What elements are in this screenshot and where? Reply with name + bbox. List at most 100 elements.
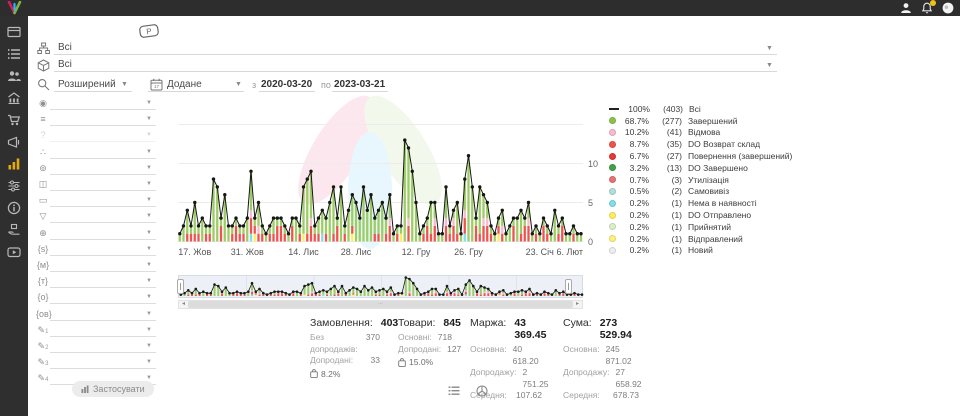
side-filter-row-10[interactable]: {s}▼ bbox=[28, 242, 160, 258]
scroll-left-arrow[interactable]: ◂ bbox=[179, 301, 188, 308]
chevron-down-icon[interactable]: ▼ bbox=[146, 230, 152, 236]
date-field-select[interactable]: Додане bbox=[167, 79, 202, 90]
filter-input-underline bbox=[50, 271, 156, 272]
filter-glyph-icon: ∴ bbox=[36, 147, 50, 158]
stat-sub-value: 2 751.25 bbox=[523, 367, 549, 390]
side-filter-row-16[interactable]: ✎2▼ bbox=[28, 339, 160, 355]
stat-sub-value: 678.73 bbox=[613, 390, 639, 402]
side-filter-row-1[interactable]: ◉▼ bbox=[28, 96, 160, 112]
legend-item[interactable]: 0.5%(2)Самовивіз bbox=[609, 186, 792, 198]
list-view-icon[interactable] bbox=[448, 385, 460, 397]
chevron-down-icon[interactable]: ▼ bbox=[121, 81, 128, 88]
apply-button-label: Застосувати bbox=[93, 384, 145, 394]
side-filter-row-17[interactable]: ✎3▼ bbox=[28, 355, 160, 371]
analytics-icon bbox=[7, 157, 21, 171]
calendar-icon[interactable]: 17 bbox=[150, 78, 163, 91]
sidebar-item-settings[interactable] bbox=[6, 179, 22, 193]
chevron-down-icon[interactable]: ▼ bbox=[146, 262, 152, 268]
filter-source-value[interactable]: Всі bbox=[58, 42, 72, 53]
avatar[interactable] bbox=[942, 2, 954, 14]
sidebar-item-store[interactable] bbox=[6, 91, 22, 105]
legend-item[interactable]: 8.7%(35)DO Возврат склад bbox=[609, 138, 792, 150]
apply-button[interactable]: Застосувати bbox=[72, 381, 154, 397]
date-from-input[interactable]: 2020-03-20 bbox=[261, 79, 312, 90]
chevron-down-icon[interactable]: ▼ bbox=[146, 116, 152, 122]
sidebar-item-video[interactable] bbox=[6, 245, 22, 259]
legend-item[interactable]: 68.7%(277)Завершений bbox=[609, 115, 792, 127]
legend-percent: 0.2% bbox=[621, 222, 649, 232]
chevron-down-icon[interactable]: ▼ bbox=[235, 81, 242, 88]
sidebar-item-promo[interactable] bbox=[6, 135, 22, 149]
chart-scrollbar[interactable]: ◂ ⋯ ▸ bbox=[178, 300, 583, 309]
user-icon[interactable] bbox=[900, 2, 912, 14]
legend-item[interactable]: 3.2%(13)DO Завершено bbox=[609, 162, 792, 174]
app-logo-icon[interactable] bbox=[7, 1, 22, 15]
package-view-icon[interactable] bbox=[476, 385, 488, 397]
side-filter-row-12[interactable]: {т}▼ bbox=[28, 274, 160, 290]
chevron-down-icon[interactable]: ▼ bbox=[146, 294, 152, 300]
date-to-input[interactable]: 2023-03-21 bbox=[334, 79, 385, 90]
legend-item[interactable]: 0.2%(1)Прийнятий bbox=[609, 221, 792, 233]
navigator-left-handle[interactable] bbox=[177, 279, 184, 294]
side-filter-row-9[interactable]: ⊕▼ bbox=[28, 226, 160, 242]
chevron-down-icon[interactable]: ▼ bbox=[146, 311, 152, 317]
filter-input-underline bbox=[50, 303, 156, 304]
search-mode-select[interactable]: Розширений bbox=[58, 79, 116, 90]
legend-dot-marker bbox=[609, 235, 616, 242]
chevron-down-icon[interactable]: ▼ bbox=[146, 100, 152, 106]
sidebar-item-orders[interactable] bbox=[6, 47, 22, 61]
chevron-down-icon[interactable]: ▼ bbox=[146, 278, 152, 284]
chevron-down-icon[interactable]: ▼ bbox=[766, 45, 773, 52]
legend-item[interactable]: 0.2%(1)Новий bbox=[609, 245, 792, 257]
side-filter-row-15[interactable]: ✎1▼ bbox=[28, 323, 160, 339]
side-filter-row-8[interactable]: ▽▼ bbox=[28, 209, 160, 225]
stat-sub-row: Допродажу:27 658.92 bbox=[563, 367, 639, 390]
legend-item[interactable]: 10.2%(41)Відмова bbox=[609, 127, 792, 139]
legend-item[interactable]: 100%(403)Всі bbox=[609, 103, 792, 115]
side-filter-row-7[interactable]: ▭▼ bbox=[28, 193, 160, 209]
sidebar-item-cart[interactable] bbox=[6, 113, 22, 127]
chevron-down-icon[interactable]: ▼ bbox=[146, 246, 152, 252]
chevron-down-icon[interactable]: ▼ bbox=[146, 181, 152, 187]
scroll-right-arrow[interactable]: ▸ bbox=[573, 301, 582, 308]
scrollbar-thumb[interactable]: ⋯ bbox=[188, 301, 573, 308]
side-filter-row-13[interactable]: {о}▼ bbox=[28, 290, 160, 306]
legend-item[interactable]: 0.7%(3)Утилізація bbox=[609, 174, 792, 186]
search-icon[interactable] bbox=[37, 78, 50, 91]
chevron-down-icon[interactable]: ▼ bbox=[146, 149, 152, 155]
bag-icon bbox=[310, 369, 318, 378]
navigator-right-handle[interactable] bbox=[565, 279, 572, 294]
sidebar-item-info[interactable] bbox=[6, 201, 22, 215]
chart-navigator[interactable] bbox=[178, 275, 583, 298]
legend-item[interactable]: 0.2%(1)Відправлений bbox=[609, 233, 792, 245]
legend-item[interactable]: 0.2%(1)DO Отправлено bbox=[609, 209, 792, 221]
side-filter-row-2[interactable]: ≡▼ bbox=[28, 112, 160, 128]
sidebar-item-analytics[interactable] bbox=[6, 157, 22, 171]
tag-icon[interactable]: P bbox=[137, 23, 161, 39]
side-filter-row-3[interactable]: ?▼ bbox=[28, 128, 160, 144]
chevron-down-icon[interactable]: ▼ bbox=[146, 132, 152, 138]
chevron-down-icon[interactable]: ▼ bbox=[146, 327, 152, 333]
stat-title: Маржа: bbox=[470, 317, 506, 341]
side-filter-row-6[interactable]: ◫▼ bbox=[28, 177, 160, 193]
chevron-down-icon[interactable]: ▼ bbox=[766, 62, 773, 69]
legend-line-marker bbox=[609, 108, 619, 110]
notifications-bell-icon[interactable] bbox=[921, 2, 933, 14]
side-filter-row-11[interactable]: {м}▼ bbox=[28, 258, 160, 274]
filter-product-value[interactable]: Всі bbox=[58, 59, 72, 70]
chevron-down-icon[interactable]: ▼ bbox=[146, 213, 152, 219]
chevron-down-icon[interactable]: ▼ bbox=[146, 359, 152, 365]
side-filter-row-14[interactable]: {ов}▼ bbox=[28, 307, 160, 323]
legend-dot-marker bbox=[609, 176, 616, 183]
legend-item[interactable]: 0.2%(1)Нема в наявності bbox=[609, 197, 792, 209]
sidebar-item-partners[interactable] bbox=[6, 223, 22, 237]
legend-item[interactable]: 6.7%(27)Повернення (завершений) bbox=[609, 150, 792, 162]
sidebar-item-clients[interactable] bbox=[6, 69, 22, 83]
chevron-down-icon[interactable]: ▼ bbox=[146, 343, 152, 349]
sidebar-item-dashboard[interactable] bbox=[6, 25, 22, 39]
side-filter-row-5[interactable]: ⊚▼ bbox=[28, 161, 160, 177]
chevron-down-icon[interactable]: ▼ bbox=[146, 165, 152, 171]
side-filter-row-4[interactable]: ∴▼ bbox=[28, 145, 160, 161]
legend-label: Повернення (завершений) bbox=[688, 151, 792, 161]
chevron-down-icon[interactable]: ▼ bbox=[146, 197, 152, 203]
